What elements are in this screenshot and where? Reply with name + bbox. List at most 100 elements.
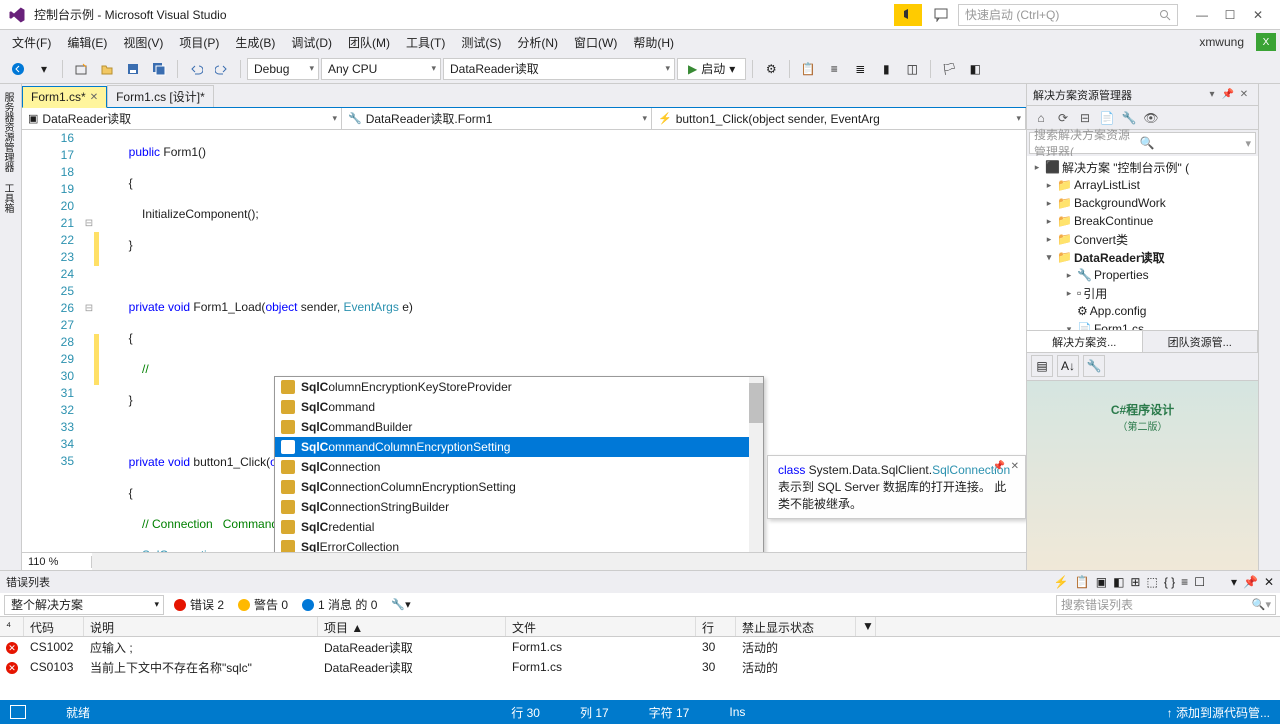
- tab-form1-cs[interactable]: Form1.cs*✕: [22, 86, 107, 108]
- error-row[interactable]: ✕ CS1002 应输入 ; DataReader读取 Form1.cs 30 …: [0, 637, 1280, 657]
- toolbar-btn-5[interactable]: ▮: [874, 57, 898, 81]
- error-search-input[interactable]: 搜索错误列表🔍▾: [1056, 595, 1276, 615]
- pin-icon[interactable]: 📌: [1243, 575, 1258, 589]
- se-search-input[interactable]: 搜索解决方案资源管理器( 🔍▾: [1029, 132, 1256, 154]
- build-icon[interactable]: 📋: [1075, 575, 1090, 589]
- home-icon[interactable]: ⌂: [1031, 108, 1051, 128]
- filter-button[interactable]: 🔧▾: [387, 598, 414, 611]
- intellisense-item[interactable]: SqlConnectionColumnEncryptionSetting: [275, 477, 763, 497]
- menu-window[interactable]: 窗口(W): [566, 31, 625, 54]
- toolbar-btn-8[interactable]: ◧: [963, 57, 987, 81]
- forward-button[interactable]: ▾: [32, 57, 56, 81]
- menu-team[interactable]: 团队(M): [340, 31, 398, 54]
- window-menu-icon[interactable]: ▾: [1231, 575, 1237, 589]
- pin-icon[interactable]: 📌: [993, 460, 1005, 474]
- start-button[interactable]: ▶启动 ▾: [677, 58, 746, 80]
- feedback-icon[interactable]: [928, 4, 954, 26]
- save-button[interactable]: [121, 57, 145, 81]
- pin-icon[interactable]: 📌: [1220, 89, 1236, 100]
- filter-icon[interactable]: ▼: [856, 617, 876, 636]
- new-project-button[interactable]: [69, 57, 93, 81]
- minimize-button[interactable]: —: [1188, 4, 1216, 26]
- menu-test[interactable]: 测试(S): [453, 31, 509, 54]
- icon[interactable]: ⊞: [1130, 575, 1140, 589]
- se-tab-team[interactable]: 团队资源管...: [1143, 331, 1259, 352]
- alpha-icon[interactable]: A↓: [1057, 355, 1079, 377]
- categorized-icon[interactable]: ▤: [1031, 355, 1053, 377]
- toolbar-btn-3[interactable]: ≡: [822, 57, 846, 81]
- menu-build[interactable]: 生成(B): [227, 31, 283, 54]
- toolbar-btn-7[interactable]: 🏳: [937, 57, 961, 81]
- icon[interactable]: ☐: [1194, 575, 1205, 589]
- left-tool-rail[interactable]: 服务器资源管理器 工具箱: [0, 84, 22, 570]
- intellisense-scrollbar[interactable]: [749, 377, 763, 552]
- status-icon[interactable]: [10, 705, 26, 719]
- close-icon[interactable]: ✕: [1236, 89, 1252, 100]
- horizontal-scrollbar[interactable]: [92, 553, 1026, 570]
- nav-class[interactable]: 🔧 DataReader读取.Form1: [342, 108, 652, 129]
- intellisense-item-selected[interactable]: SqlCommandColumnEncryptionSetting: [275, 437, 763, 457]
- col-state[interactable]: 禁止显示状态: [736, 617, 856, 636]
- col-line[interactable]: 行: [696, 617, 736, 636]
- menu-help[interactable]: 帮助(H): [625, 31, 682, 54]
- col-project[interactable]: 项目 ▲: [318, 617, 506, 636]
- user-name[interactable]: xmwung: [1191, 32, 1252, 52]
- intellisense-item[interactable]: SqlErrorCollection: [275, 537, 763, 552]
- intellisense-popup[interactable]: SqlColumnEncryptionKeyStoreProvider SqlC…: [274, 376, 764, 552]
- startup-dropdown[interactable]: DataReader读取: [443, 58, 675, 80]
- notification-badge[interactable]: [894, 4, 922, 26]
- intellisense-item[interactable]: SqlColumnEncryptionKeyStoreProvider: [275, 377, 763, 397]
- platform-dropdown[interactable]: Any CPU: [321, 58, 441, 80]
- undo-button[interactable]: [184, 57, 208, 81]
- redo-button[interactable]: [210, 57, 234, 81]
- toolbar-btn-6[interactable]: ◫: [900, 57, 924, 81]
- intellisense-item[interactable]: SqlConnection: [275, 457, 763, 477]
- close-icon[interactable]: ✕: [90, 92, 98, 103]
- right-tool-rail[interactable]: [1258, 84, 1280, 570]
- errors-count[interactable]: 错误 2: [170, 596, 228, 613]
- collapse-icon[interactable]: ⊟: [1075, 108, 1095, 128]
- nav-member[interactable]: ⚡ button1_Click(object sender, EventArg: [652, 108, 1026, 129]
- col-icon[interactable]: ⁴: [0, 617, 24, 636]
- toolbar-btn-1[interactable]: ⚙: [759, 57, 783, 81]
- close-icon[interactable]: ✕: [1011, 460, 1019, 474]
- icon[interactable]: { }: [1164, 575, 1175, 589]
- config-dropdown[interactable]: Debug: [247, 58, 319, 80]
- scope-dropdown[interactable]: 整个解决方案: [4, 595, 164, 615]
- menu-edit[interactable]: 编辑(E): [59, 31, 115, 54]
- zoom-level[interactable]: 110 %: [22, 556, 92, 568]
- menu-debug[interactable]: 调试(D): [283, 31, 340, 54]
- save-all-button[interactable]: [147, 57, 171, 81]
- icon[interactable]: ≡: [1181, 575, 1188, 589]
- close-button[interactable]: ✕: [1244, 4, 1272, 26]
- status-scm[interactable]: ↑ 添加到源代码管...: [1167, 704, 1270, 721]
- refresh-icon[interactable]: ⟳: [1053, 108, 1073, 128]
- col-desc[interactable]: 说明: [84, 617, 318, 636]
- toolbar-btn-4[interactable]: ≣: [848, 57, 872, 81]
- intellisense-item[interactable]: SqlCommand: [275, 397, 763, 417]
- warnings-count[interactable]: 警告 0: [234, 596, 292, 613]
- menu-tools[interactable]: 工具(T): [398, 31, 453, 54]
- messages-count[interactable]: 1 消息 的 0: [298, 596, 381, 613]
- maximize-button[interactable]: ☐: [1216, 4, 1244, 26]
- back-button[interactable]: [6, 57, 30, 81]
- show-all-icon[interactable]: 📄: [1097, 108, 1117, 128]
- col-code[interactable]: 代码: [24, 617, 84, 636]
- intellisense-item[interactable]: SqlCredential: [275, 517, 763, 537]
- col-file[interactable]: 文件: [506, 617, 696, 636]
- user-avatar[interactable]: X: [1256, 33, 1276, 51]
- intellisense-item[interactable]: SqlCommandBuilder: [275, 417, 763, 437]
- se-tab-solution[interactable]: 解决方案资...: [1027, 331, 1143, 352]
- filter-icon[interactable]: ⚡: [1054, 575, 1069, 589]
- toolbar-btn-2[interactable]: 📋: [796, 57, 820, 81]
- open-button[interactable]: [95, 57, 119, 81]
- icon[interactable]: ⬚: [1146, 575, 1157, 589]
- solution-tree[interactable]: ▸⬛ 解决方案 "控制台示例" ( ▸📁 ArrayListList ▸📁 Ba…: [1027, 156, 1258, 330]
- error-row[interactable]: ✕ CS0103 当前上下文中不存在名称"sqlc" DataReader读取 …: [0, 657, 1280, 677]
- code-editor[interactable]: 1617181920212223242526272829303132333435…: [22, 130, 1026, 552]
- icon[interactable]: ▣: [1096, 575, 1107, 589]
- quick-launch-input[interactable]: 快速启动 (Ctrl+Q): [958, 4, 1178, 26]
- close-icon[interactable]: ✕: [1264, 575, 1274, 589]
- tab-form1-design[interactable]: Form1.cs [设计]*: [107, 85, 214, 107]
- menu-view[interactable]: 视图(V): [115, 31, 171, 54]
